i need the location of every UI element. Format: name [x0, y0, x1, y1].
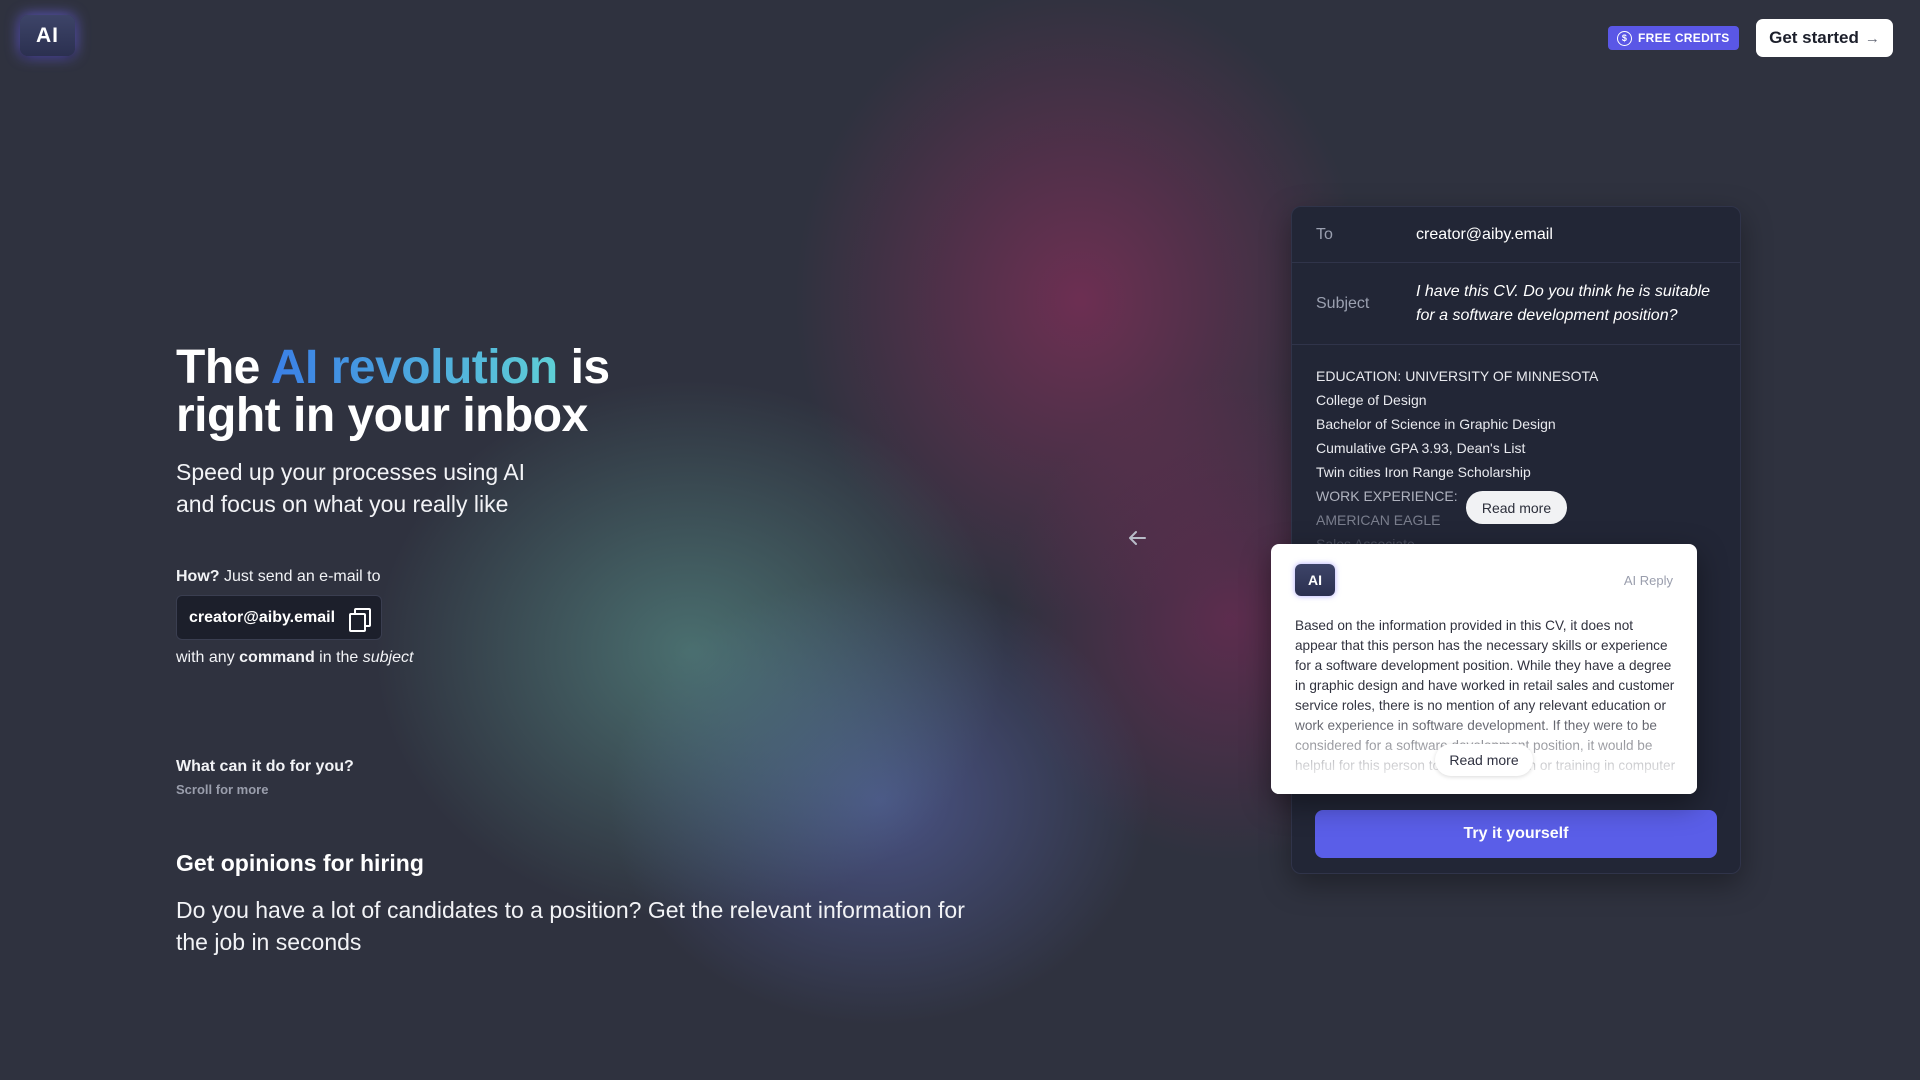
command-hint-subject: subject	[362, 649, 414, 666]
free-credits-label: FREE CREDITS	[1638, 31, 1730, 45]
to-label: To	[1316, 225, 1333, 243]
how-text: How? Just send an e-mail to	[176, 568, 381, 586]
how-instruction: Just send an e-mail to	[219, 568, 381, 585]
hero-title-line2: right in your inbox	[176, 389, 588, 442]
hero-subtitle-line1: Speed up your processes using AI	[176, 459, 526, 485]
subject-row: Subject I have this CV. Do you think he …	[1292, 263, 1740, 345]
hero-title-prefix: The	[176, 341, 271, 394]
scroll-hint: Scroll for more	[176, 782, 269, 797]
features-heading: What can it do for you?	[176, 758, 354, 775]
cv-line: Twin cities Iron Range Scholarship	[1316, 464, 1531, 480]
command-hint-command: command	[239, 649, 315, 666]
to-row: To creator@aiby.email	[1292, 207, 1740, 263]
hero-title: The AI revolution is right in your inbox	[176, 344, 610, 440]
subject-label: Subject	[1316, 294, 1370, 312]
cv-line: Bachelor of Science in Graphic Design	[1316, 416, 1556, 432]
hero-title-suffix: is	[557, 341, 611, 394]
cv-line: EDUCATION: UNIVERSITY OF MINNESOTA	[1316, 368, 1599, 384]
feature-description: Do you have a lot of candidates to a pos…	[176, 897, 965, 955]
get-started-button[interactable]: Get started →	[1756, 19, 1893, 57]
hero-title-highlight: AI revolution	[270, 341, 558, 394]
command-hint-in: in the	[314, 649, 363, 666]
how-bold: How?	[176, 568, 220, 585]
try-it-yourself-button[interactable]: Try it yourself	[1315, 810, 1717, 858]
email-copy-chip[interactable]: creator@aiby.email	[176, 595, 382, 640]
email-address: creator@aiby.email	[189, 608, 336, 626]
cv-read-more-button[interactable]: Read more	[1466, 491, 1567, 524]
coin-icon: $	[1617, 30, 1632, 46]
ai-reply-card: AI AI Reply Based on the information pro…	[1271, 544, 1697, 794]
logo[interactable]: AI	[20, 15, 75, 56]
subject-value: I have this CV. Do you think he is suita…	[1416, 282, 1711, 324]
free-credits-badge[interactable]: $ FREE CREDITS	[1608, 26, 1739, 50]
logo-text: AI	[36, 23, 59, 47]
get-started-label: Get started	[1769, 28, 1859, 47]
arrow-right-icon: →	[1864, 29, 1880, 47]
ai-read-more-button[interactable]: Read more	[1435, 744, 1533, 776]
cv-line: College of Design	[1316, 392, 1427, 408]
command-hint-with: with any	[176, 649, 240, 666]
hero-subtitle-line2: and focus on what you really like	[176, 491, 509, 517]
hero-subtitle: Speed up your processes using AI and foc…	[176, 456, 596, 520]
copy-icon[interactable]	[349, 607, 372, 632]
ai-reply-label: AI Reply	[1623, 573, 1673, 588]
to-value: creator@aiby.email	[1416, 225, 1553, 243]
arrow-left-icon[interactable]	[1126, 527, 1148, 549]
command-hint: with any command in the subject	[176, 649, 413, 667]
ai-avatar-icon: AI	[1295, 564, 1335, 596]
cv-line: Cumulative GPA 3.93, Dean's List	[1316, 440, 1526, 456]
feature-title: Get opinions for hiring	[176, 850, 424, 876]
cv-body: EDUCATION: UNIVERSITY OF MINNESOTA Colle…	[1316, 364, 1716, 556]
